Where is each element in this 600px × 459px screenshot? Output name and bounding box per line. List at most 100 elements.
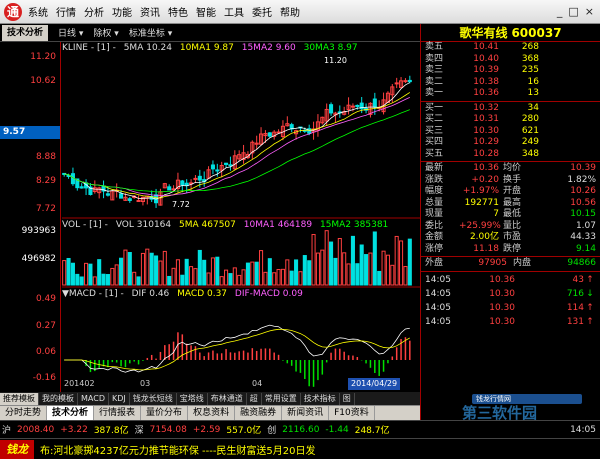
menu-item[interactable]: 资讯 [140, 4, 160, 19]
minimize-icon[interactable]: _ [557, 5, 563, 18]
volume-bar [381, 250, 386, 286]
volume-bar [193, 268, 198, 286]
bid-list: 买一 10.32 34 买二 10.31 280 买三 10.30 621 买四 10.29 249 买… [421, 103, 600, 161]
outer-inner-row: 外盘 97905 内盘 94866 [425, 258, 596, 268]
price-scale-6: 7.72 [35, 204, 56, 214]
volume-bar [88, 263, 93, 286]
candle-body [127, 198, 132, 201]
volume-bar [237, 274, 242, 286]
sh-value[interactable]: 2008.40 [17, 425, 54, 435]
menu-item[interactable]: 系统 [28, 4, 48, 19]
template-tab[interactable]: 图 [340, 392, 355, 405]
cy-value[interactable]: 2116.60 [282, 425, 319, 435]
view-tab[interactable]: 分时走势 [0, 406, 48, 420]
volume-bar [250, 261, 255, 286]
coordinate-select[interactable]: 标准坐标 ▾ [129, 26, 172, 39]
view-tab[interactable]: 权息资料 [188, 406, 236, 420]
volume-bar [276, 269, 281, 286]
ticker-text[interactable]: 布:河北豪掷4237亿元力推节能环保 ----民生财富送5月20日发 [34, 442, 316, 457]
stock-chart[interactable]: 11.20 7.72 [62, 42, 420, 392]
volume-bar [219, 276, 224, 286]
adjust-select[interactable]: 除权 ▾ [93, 26, 118, 39]
view-tab[interactable]: 融资融券 [235, 406, 283, 420]
sh-label: 沪 [2, 426, 12, 436]
volume-bar [285, 259, 290, 286]
volume-bar [320, 249, 325, 286]
sh-amount: 387.8亿 [93, 426, 129, 436]
menu-item[interactable]: 分析 [84, 4, 104, 19]
volume-bar [154, 255, 159, 286]
template-tab[interactable]: 我的模板 [39, 392, 78, 405]
volume-bar [145, 248, 150, 286]
asks-row[interactable]: 卖四 10.40 368 [421, 54, 600, 66]
stats-list: 最新 10.36 均价 10.39 涨跌 +0.20 换手 1.82% 幅度 +1.97% 开盘 10… [421, 163, 600, 255]
price-scale-2: 10.62 [30, 76, 56, 86]
asks-row[interactable]: 卖五 10.41 268 [421, 42, 600, 54]
bids-row[interactable]: 买四 10.29 249 [421, 137, 600, 149]
menu-item[interactable]: 功能 [112, 4, 132, 19]
volume-bar [171, 267, 176, 286]
bids-row[interactable]: 买五 10.28 348 [421, 149, 600, 161]
cy-change: -1.44 [325, 424, 349, 435]
volume-bar [132, 271, 137, 286]
menu-item[interactable]: 帮助 [280, 4, 300, 19]
volume-bar [399, 240, 404, 286]
view-tab[interactable]: 行情报表 [94, 406, 142, 420]
view-tab[interactable]: F10资料 [329, 406, 375, 420]
volume-bar [228, 273, 233, 286]
template-tab[interactable]: 推荐模板 [0, 392, 39, 405]
candle-body [197, 175, 202, 181]
tick-row: 14:05 10.30 114 ↑ [425, 302, 594, 313]
volume-bar [390, 264, 395, 286]
menu-bar: 通 系统 行情 分析 功能 资讯 特色 智能 工具 委托 帮助 _ □ × [0, 0, 600, 24]
sh-change: +3.22 [60, 424, 88, 435]
menu-item[interactable]: 委托 [252, 4, 272, 19]
bids-row[interactable]: 买三 10.30 621 [421, 126, 600, 138]
view-tab[interactable]: 量价分布 [141, 406, 189, 420]
tab-technical-analysis[interactable]: 技术分析 [2, 24, 49, 41]
asks-row[interactable]: 卖一 10.36 13 [421, 88, 600, 100]
close-icon[interactable]: × [585, 5, 594, 18]
template-tab-bar: 推荐模板 我的模板 MACD KDJ 钱龙长短线 宝塔线 布林通道超常用设置 技术指标图 [0, 392, 420, 405]
volume-bars [62, 230, 412, 286]
stock-code: 600037 [511, 25, 562, 40]
template-tab[interactable]: 常用设置 [262, 392, 301, 405]
bids-row[interactable]: 买一 10.32 34 [421, 103, 600, 115]
menu-item[interactable]: 行情 [56, 4, 76, 19]
maximize-icon[interactable]: □ [568, 5, 578, 18]
template-tab[interactable]: 技术指标 [301, 392, 340, 405]
template-tab[interactable]: 宝塔线 [177, 392, 208, 405]
bids-row[interactable]: 买二 10.31 280 [421, 114, 600, 126]
sz-value[interactable]: 7154.08 [150, 425, 187, 435]
watermark: 第三软件园 [462, 404, 538, 422]
volume-bar [259, 250, 264, 286]
template-tab[interactable]: 布林通道 [208, 392, 247, 405]
volume-bar [377, 270, 382, 286]
template-tab[interactable]: KDJ [109, 392, 130, 405]
template-tab[interactable]: 超 [247, 392, 262, 405]
volume-bar [350, 235, 355, 286]
template-tab[interactable]: MACD [78, 392, 109, 405]
volume-bar [346, 263, 351, 286]
volume-bar [180, 274, 185, 286]
volume-bar [245, 262, 250, 286]
macd-scale-1: 0.49 [35, 294, 56, 304]
asks-row[interactable]: 卖三 10.39 235 [421, 65, 600, 77]
period-select[interactable]: 日线 ▾ [58, 26, 83, 39]
menu-item[interactable]: 智能 [196, 4, 216, 19]
volume-bar [189, 266, 194, 286]
moving-average-lines [64, 82, 411, 200]
volume-bar [289, 270, 294, 286]
view-tab[interactable]: 技术分析 [47, 406, 95, 420]
menu-item[interactable]: 特色 [168, 4, 188, 19]
template-tab[interactable]: 钱龙长短线 [130, 392, 177, 405]
cy-amount: 248.7亿 [354, 426, 390, 436]
view-tab-bar: 分时走势 技术分析 行情报表 量价分布 权息资料 融资融券 新闻资讯 F10资料 [0, 405, 430, 420]
candle-body [267, 132, 272, 137]
view-tab[interactable]: 新闻资讯 [282, 406, 330, 420]
volume-bar [407, 238, 412, 286]
asks-row[interactable]: 卖二 10.38 16 [421, 77, 600, 89]
menu-item[interactable]: 工具 [224, 4, 244, 19]
date-label-2: 03 [140, 379, 151, 388]
volume-bar [224, 269, 229, 286]
